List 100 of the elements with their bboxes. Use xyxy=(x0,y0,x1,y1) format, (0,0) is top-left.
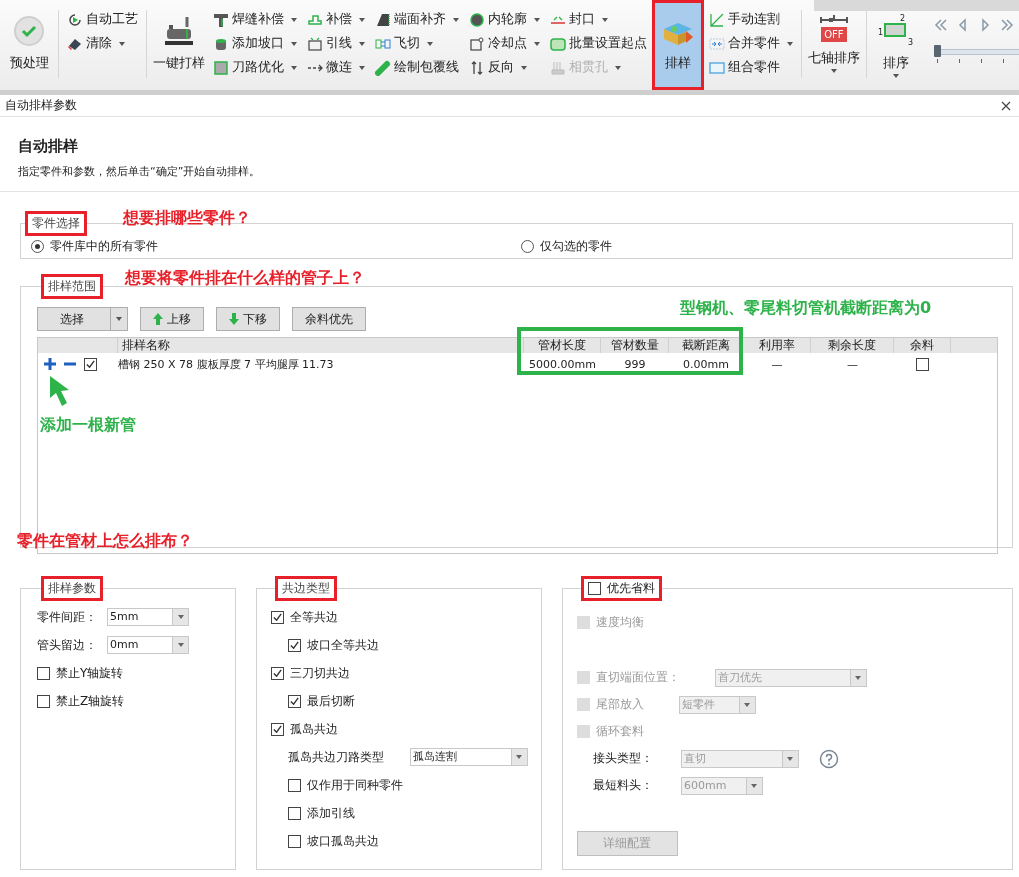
ribbon-button[interactable]: 内轮廓 xyxy=(465,8,543,31)
ribbon-button[interactable]: 组合零件 xyxy=(705,56,796,79)
t-beam-icon xyxy=(212,11,229,28)
caret-icon xyxy=(516,755,523,759)
checkbox[interactable] xyxy=(916,357,929,371)
ribbon-button[interactable]: 手动连割 xyxy=(705,8,796,31)
double-right-arrow-icon[interactable] xyxy=(999,18,1014,32)
column-header: 剩余长度 xyxy=(811,338,894,353)
ribbon-button[interactable]: 绘制包覆线 xyxy=(371,56,462,79)
move-down-button[interactable]: 下移 xyxy=(216,307,280,331)
table-cell-text: 0.00mm xyxy=(682,357,730,371)
double-left-arrow-icon[interactable] xyxy=(933,18,948,32)
caret-icon xyxy=(118,41,125,46)
caret-icon xyxy=(290,65,297,70)
ribbon-button[interactable]: OFF 七轴排序 xyxy=(804,11,864,90)
square-icon xyxy=(212,59,229,76)
ribbon-button[interactable]: 批量设置起点 xyxy=(546,32,650,55)
refresh-icon xyxy=(66,11,83,28)
caret-icon xyxy=(601,17,608,22)
dropdown-field[interactable]: 5mm xyxy=(107,608,189,626)
table-cell-text: 槽钢 250 X 78 腹板厚度 7 平均腿厚 11.73 xyxy=(118,356,335,372)
checkbox-option[interactable]: 最后切断 xyxy=(270,687,541,715)
rect-icon xyxy=(708,59,725,76)
dropdown-field[interactable]: 孤岛连割 xyxy=(409,748,528,766)
comb-icon xyxy=(549,59,566,76)
ribbon-button[interactable]: 微连 xyxy=(303,56,368,79)
radio-option[interactable]: 零件库中的所有零件 xyxy=(31,238,521,255)
up-arrow-icon xyxy=(153,313,163,325)
ribbon-button[interactable]: 补偿 xyxy=(303,8,368,31)
checkbox[interactable] xyxy=(287,834,301,848)
checkbox-option[interactable]: 孤岛共边 xyxy=(270,715,541,743)
checkbox[interactable] xyxy=(270,722,284,736)
slider-thumb[interactable] xyxy=(933,45,941,57)
ribbon-button[interactable]: 添加坡口 xyxy=(209,32,300,55)
caret-icon xyxy=(520,65,527,70)
checkbox[interactable] xyxy=(270,610,284,624)
ribbon-button[interactable]: 反向 xyxy=(465,56,543,79)
dialog-description: 指定零件和参数，然后单击“确定”开始自动排样。 xyxy=(18,164,262,179)
checkbox[interactable] xyxy=(37,666,50,680)
group-title: 共边类型 xyxy=(274,576,337,601)
ribbon-button[interactable]: 2 1 3 排序 xyxy=(869,11,922,90)
group-title: 排样范围 xyxy=(41,274,103,299)
ribbon-button[interactable]: 一键打样 xyxy=(149,11,208,90)
column-header: 余料 xyxy=(894,338,951,353)
dropdown-field[interactable]: 0mm xyxy=(107,636,189,654)
slider[interactable] xyxy=(933,44,1019,64)
checkbox[interactable] xyxy=(287,638,301,652)
field-label: 接头类型： xyxy=(592,750,654,767)
ribbon-button[interactable]: 引线 xyxy=(303,32,368,55)
checkbox[interactable] xyxy=(84,357,97,371)
caret-icon xyxy=(614,65,621,70)
ribbon-button[interactable]: 清除 xyxy=(63,32,141,55)
ribbon-button[interactable]: 排样 xyxy=(651,0,704,90)
checkbox-option[interactable]: 禁止Z轴旋转 xyxy=(37,687,235,715)
checkbox[interactable] xyxy=(37,694,50,708)
caret-icon xyxy=(751,783,758,788)
ribbon-button[interactable]: 自动工艺 xyxy=(63,8,141,31)
close-icon[interactable] xyxy=(1001,100,1011,111)
down-arrow-icon xyxy=(229,313,239,325)
checkbox[interactable] xyxy=(287,694,301,708)
checkbox[interactable] xyxy=(287,806,301,820)
checkbox[interactable] xyxy=(287,778,301,792)
rounded-rect-icon xyxy=(549,35,566,52)
ribbon-button[interactable]: 刀路优化 xyxy=(209,56,300,79)
select-button[interactable]: 选择 xyxy=(37,307,128,331)
checkbox-option[interactable]: 添加引线 xyxy=(270,799,541,827)
annotation-note: 零件在管材上怎么排布？ xyxy=(17,531,193,552)
field-label: 管头留边： xyxy=(37,636,98,654)
add-icon[interactable] xyxy=(44,358,56,370)
column-header: 管材数量 xyxy=(601,338,669,353)
table-cell-text: 5000.00mm xyxy=(528,357,597,371)
checkbox[interactable] xyxy=(270,666,284,680)
ribbon-button[interactable]: 焊缝补偿 xyxy=(209,8,300,31)
ribbon-button[interactable]: 封口 xyxy=(546,8,650,31)
ribbon-button[interactable]: 合并零件 xyxy=(705,32,796,55)
ribbon-button[interactable]: 端面补齐 xyxy=(371,8,462,31)
checkbox-option[interactable]: 仅作用于同种零件 xyxy=(270,771,541,799)
checkbox-option[interactable]: 全等共边 xyxy=(270,603,541,631)
field-label: 孤岛共边刀路类型 xyxy=(287,748,385,766)
ribbon-button[interactable]: 预处理 xyxy=(3,11,55,90)
checkbox-option[interactable]: 三刀切共边 xyxy=(270,659,541,687)
ribbon-button[interactable]: 冷却点 xyxy=(465,32,543,55)
caret-icon xyxy=(358,17,365,22)
column-header: 排样名称 xyxy=(118,338,524,353)
radio-option[interactable]: 仅勾选的零件 xyxy=(521,238,1011,255)
machine-icon xyxy=(162,15,195,47)
checkbox-option[interactable]: 坡口全等共边 xyxy=(270,631,541,659)
remnant-first-button[interactable]: 余料优先 xyxy=(292,307,366,331)
annotation-note: 添加一根新管 xyxy=(40,415,136,436)
checkbox-option[interactable]: 禁止Y轴旋转 xyxy=(37,659,235,687)
checkbox-option[interactable]: 坡口孤岛共边 xyxy=(270,827,541,855)
annotation-note: 型钢机、零尾料切管机截断距离为0 xyxy=(680,298,932,319)
caret-icon xyxy=(744,702,751,707)
field-label: 最短料头： xyxy=(592,777,654,794)
caret-icon xyxy=(892,74,899,78)
group-title: 排样参数 xyxy=(41,576,103,601)
move-up-button[interactable]: 上移 xyxy=(140,307,204,331)
ribbon-button[interactable]: 飞切 xyxy=(371,32,462,55)
caret-icon xyxy=(533,17,540,22)
table-cell-text: — xyxy=(846,357,859,371)
